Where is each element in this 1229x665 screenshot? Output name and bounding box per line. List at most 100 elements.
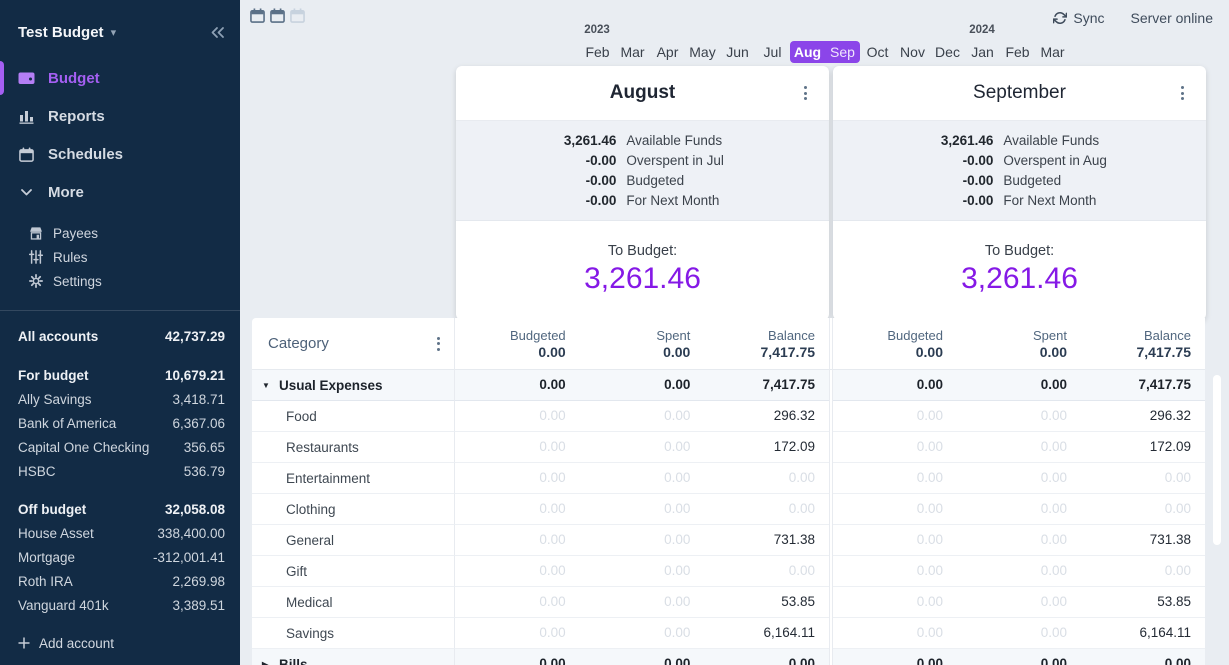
timeline-month-aug[interactable]: Aug xyxy=(790,41,825,63)
budget-file-name[interactable]: Test Budget xyxy=(18,24,104,41)
balance-column-header[interactable]: Balance 7,417.75 xyxy=(704,318,829,369)
spent-value[interactable]: 0.00 xyxy=(957,494,1081,524)
to-budget-amount[interactable]: 3,261.46 xyxy=(833,262,1206,296)
spent-value[interactable]: 0.00 xyxy=(580,587,705,617)
server-status[interactable]: Server online xyxy=(1131,10,1214,26)
budgeted-value[interactable]: 0.00 xyxy=(455,649,580,665)
balance-value[interactable]: 0.00 xyxy=(1081,556,1205,586)
timeline-month-jul[interactable]: Jul xyxy=(755,41,790,63)
budgeted-column-header[interactable]: Budgeted 0.00 xyxy=(455,318,580,369)
spent-value[interactable]: 0.00 xyxy=(580,649,705,665)
all-accounts-row[interactable]: All accounts 42,737.29 xyxy=(18,324,225,348)
spent-value[interactable]: 0.00 xyxy=(580,401,705,431)
budgeted-value[interactable]: 0.00 xyxy=(455,401,580,431)
account-row-bank-of-america[interactable]: Bank of America6,367.06 xyxy=(18,411,225,435)
timeline-month-nov[interactable]: Nov xyxy=(895,41,930,63)
vertical-scrollbar[interactable] xyxy=(1213,375,1221,545)
balance-value[interactable]: 0.00 xyxy=(704,494,829,524)
spent-column-header[interactable]: Spent 0.00 xyxy=(580,318,705,369)
to-budget-amount[interactable]: 3,261.46 xyxy=(456,262,829,296)
budgeted-value[interactable]: 0.00 xyxy=(455,525,580,555)
account-row-capital-one-checking[interactable]: Capital One Checking356.65 xyxy=(18,435,225,459)
timeline-month-dec[interactable]: Dec xyxy=(930,41,965,63)
timeline-month-sep[interactable]: Sep xyxy=(825,41,860,63)
sidebar-item-reports[interactable]: Reports xyxy=(0,97,240,135)
sidebar-item-budget[interactable]: Budget xyxy=(0,59,240,97)
spent-value[interactable]: 0.00 xyxy=(957,649,1081,665)
account-row-house-asset[interactable]: House Asset338,400.00 xyxy=(18,521,225,545)
spent-value[interactable]: 0.00 xyxy=(957,587,1081,617)
category-name-cell[interactable]: Entertainment xyxy=(252,463,455,494)
category-menu-button[interactable] xyxy=(433,333,444,355)
sidebar-item-settings[interactable]: Settings xyxy=(0,269,240,293)
budgeted-value[interactable]: 0.00 xyxy=(455,618,580,648)
add-account-button[interactable]: Add account xyxy=(18,631,225,655)
budgeted-column-header[interactable]: Budgeted 0.00 xyxy=(833,318,957,369)
timeline-month-jun[interactable]: Jun xyxy=(720,41,755,63)
category-name-cell[interactable]: Medical xyxy=(252,587,455,618)
balance-column-header[interactable]: Balance 7,417.75 xyxy=(1081,318,1205,369)
month-menu-button[interactable] xyxy=(1177,82,1188,104)
calendar-three-months-icon[interactable] xyxy=(290,8,305,23)
category-name-cell[interactable]: General xyxy=(252,525,455,556)
calendar-two-months-icon[interactable] xyxy=(270,8,285,23)
balance-value[interactable]: 7,417.75 xyxy=(704,370,829,400)
spent-value[interactable]: 0.00 xyxy=(957,618,1081,648)
budgeted-value[interactable]: 0.00 xyxy=(833,649,957,665)
category-name-cell[interactable]: Restaurants xyxy=(252,432,455,463)
budgeted-value[interactable]: 0.00 xyxy=(455,556,580,586)
budgeted-value[interactable]: 0.00 xyxy=(833,494,957,524)
budgeted-value[interactable]: 0.00 xyxy=(833,525,957,555)
timeline-month-feb[interactable]: Feb xyxy=(1000,41,1035,63)
budgeted-value[interactable]: 0.00 xyxy=(833,556,957,586)
sidebar-item-rules[interactable]: Rules xyxy=(0,245,240,269)
expand-caret-icon[interactable]: ▶ xyxy=(262,660,272,665)
balance-value[interactable]: 731.38 xyxy=(1081,525,1205,555)
balance-value[interactable]: 53.85 xyxy=(1081,587,1205,617)
budgeted-value[interactable]: 0.00 xyxy=(833,370,957,400)
budgeted-value[interactable]: 0.00 xyxy=(833,432,957,462)
budgeted-value[interactable]: 0.00 xyxy=(833,618,957,648)
balance-value[interactable]: 6,164.11 xyxy=(1081,618,1205,648)
balance-value[interactable]: 6,164.11 xyxy=(704,618,829,648)
balance-value[interactable]: 172.09 xyxy=(704,432,829,462)
spent-value[interactable]: 0.00 xyxy=(580,556,705,586)
spent-value[interactable]: 0.00 xyxy=(580,525,705,555)
balance-value[interactable]: 0.00 xyxy=(1081,649,1205,665)
collapse-caret-icon[interactable]: ▼ xyxy=(262,381,272,390)
budget-file-dropdown-caret-icon[interactable]: ▾ xyxy=(111,26,117,39)
balance-value[interactable]: 296.32 xyxy=(704,401,829,431)
timeline-month-mar[interactable]: Mar xyxy=(1035,41,1070,63)
budgeted-value[interactable]: 0.00 xyxy=(455,587,580,617)
balance-value[interactable]: 53.85 xyxy=(704,587,829,617)
balance-value[interactable]: 0.00 xyxy=(1081,463,1205,493)
budgeted-value[interactable]: 0.00 xyxy=(833,587,957,617)
account-row-mortgage[interactable]: Mortgage-312,001.41 xyxy=(18,545,225,569)
category-name-cell[interactable]: Gift xyxy=(252,556,455,587)
spent-value[interactable]: 0.00 xyxy=(580,618,705,648)
sidebar-item-payees[interactable]: Payees xyxy=(0,221,240,245)
budgeted-value[interactable]: 0.00 xyxy=(833,401,957,431)
budgeted-value[interactable]: 0.00 xyxy=(455,463,580,493)
balance-value[interactable]: 0.00 xyxy=(1081,494,1205,524)
balance-value[interactable]: 172.09 xyxy=(1081,432,1205,462)
month-menu-button[interactable] xyxy=(800,82,811,104)
category-name-cell[interactable]: Savings xyxy=(252,618,455,649)
category-name-cell[interactable]: Food xyxy=(252,401,455,432)
account-row-hsbc[interactable]: HSBC536.79 xyxy=(18,459,225,483)
timeline-month-apr[interactable]: Apr xyxy=(650,41,685,63)
balance-value[interactable]: 0.00 xyxy=(704,556,829,586)
category-name-cell[interactable]: ▶Bills xyxy=(252,649,455,665)
calendar-one-month-icon[interactable] xyxy=(250,8,265,23)
account-group-header-for-budget[interactable]: For budget10,679.21 xyxy=(18,363,225,387)
spent-value[interactable]: 0.00 xyxy=(580,370,705,400)
category-name-cell[interactable]: ▼Usual Expenses xyxy=(252,370,455,401)
timeline-month-may[interactable]: May xyxy=(685,41,720,63)
category-name-cell[interactable]: Clothing xyxy=(252,494,455,525)
balance-value[interactable]: 0.00 xyxy=(704,649,829,665)
balance-value[interactable]: 296.32 xyxy=(1081,401,1205,431)
sync-button[interactable]: Sync xyxy=(1053,10,1104,26)
spent-value[interactable]: 0.00 xyxy=(580,432,705,462)
spent-value[interactable]: 0.00 xyxy=(580,463,705,493)
budgeted-value[interactable]: 0.00 xyxy=(455,370,580,400)
